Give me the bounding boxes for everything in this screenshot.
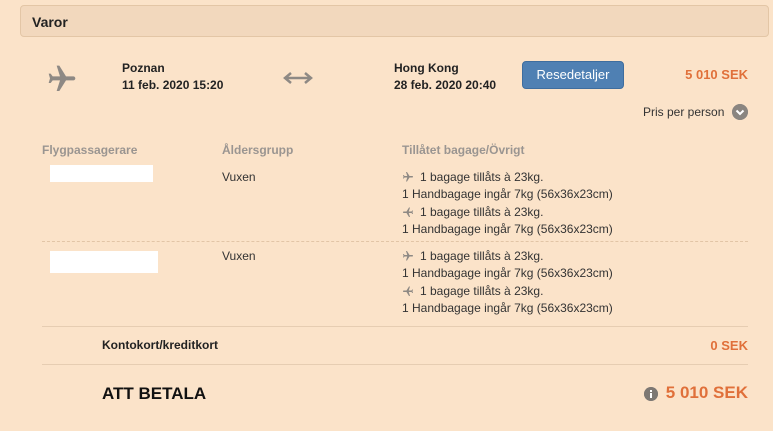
baggage-line: 1 Handbagage ingår 7kg (56x36x23cm) [402,266,613,280]
info-icon[interactable] [644,387,658,401]
departure-time: 11 feb. 2020 15:20 [122,78,224,92]
divider [42,326,748,327]
airplane-icon [403,251,413,261]
section-header: Varor [20,5,769,37]
airplane-icon [403,286,413,296]
header-baggage: Tillåtet bagage/Övrigt [402,143,525,157]
header-passengers: Flygpassagerare [42,143,138,157]
arrival-time: 28 feb. 2020 20:40 [394,78,497,92]
destination-city: Hong Kong [394,61,459,75]
payment-method-label: Kontokort/kreditkort [102,338,219,352]
passenger-name-redacted [50,251,158,273]
total-amount: 5 010 SEK [665,383,748,402]
flight-price: 5 010 SEK [685,67,748,82]
header-age-group: Åldersgrupp [222,143,294,157]
baggage-line: 1 Handbagage ingår 7kg (56x36x23cm) [402,222,613,236]
row-divider [42,241,748,242]
price-per-person-label[interactable]: Pris per person [643,105,724,119]
chevron-down-icon[interactable] [732,104,748,120]
baggage-line: 1 bagage tillåts à 23kg. [402,205,543,219]
swap-arrows-icon [283,72,313,84]
airplane-icon [403,172,413,182]
trip-details-button[interactable]: Resedetaljer [522,61,624,89]
payment-fee: 0 SEK [710,338,748,353]
age-group: Vuxen [222,249,256,263]
origin-city: Poznan [122,61,165,75]
age-group: Vuxen [222,170,256,184]
divider [42,364,748,365]
airplane-icon [403,207,413,217]
baggage-line: 1 Handbagage ingår 7kg (56x36x23cm) [402,187,613,201]
section-title: Varor [32,14,68,30]
baggage-line: 1 bagage tillåts à 23kg. [402,249,543,263]
airplane-icon [48,65,76,91]
total-label: ATT BETALA [102,384,207,403]
baggage-line: 1 bagage tillåts à 23kg. [402,284,543,298]
baggage-line: 1 bagage tillåts à 23kg. [402,170,543,184]
passenger-name-redacted [50,165,153,182]
baggage-line: 1 Handbagage ingår 7kg (56x36x23cm) [402,301,613,315]
